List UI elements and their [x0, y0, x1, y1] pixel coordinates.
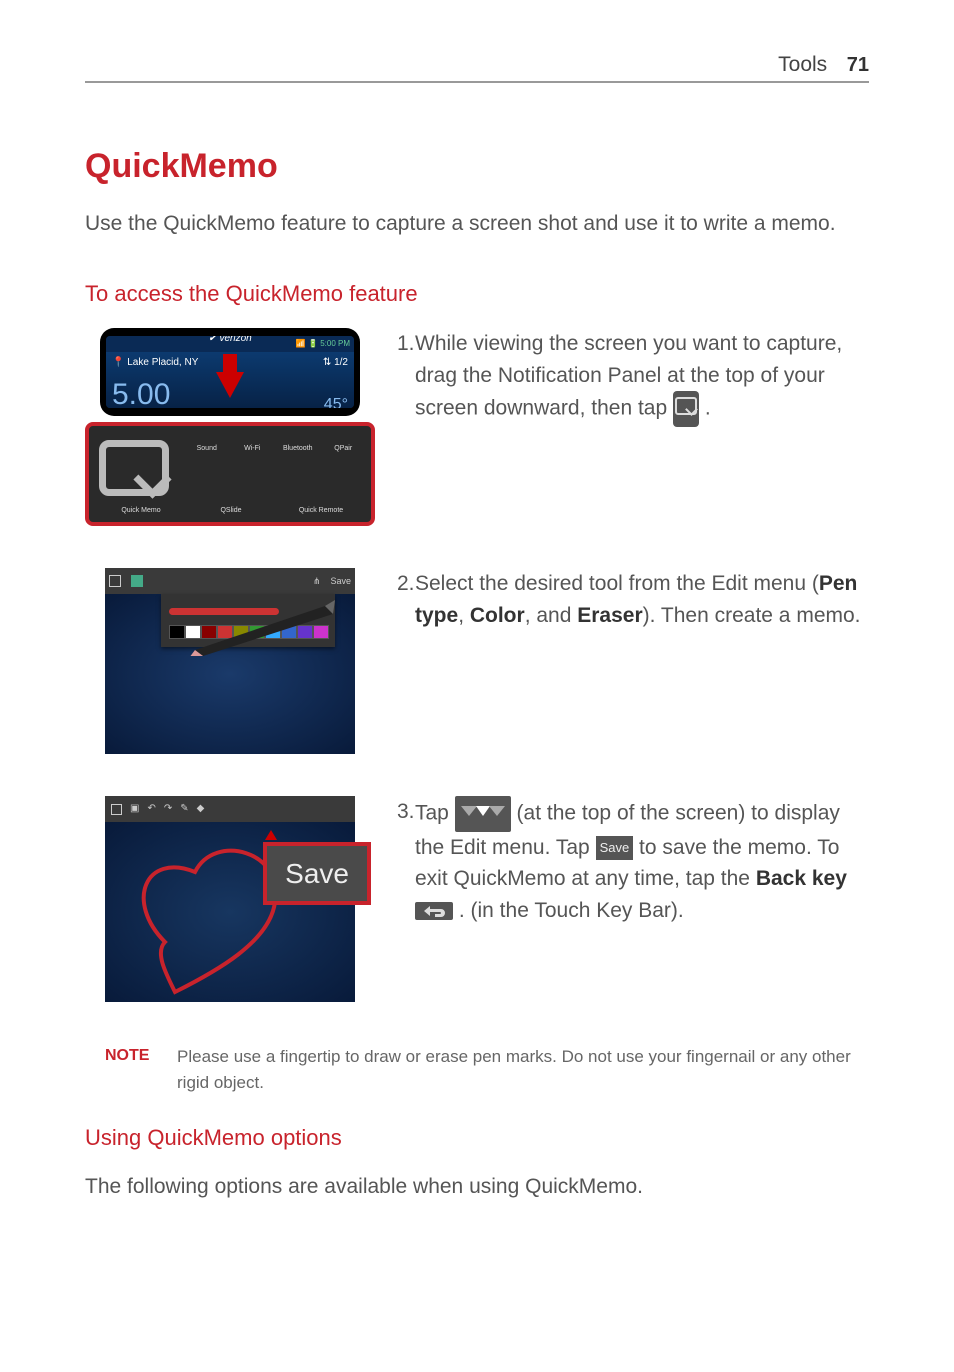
step-2-number: 2. — [397, 568, 415, 600]
memo-screen: ▣ ↶ ↷ ✎ ◆ Save — [105, 796, 355, 1002]
step-1-text: 1. While viewing the screen you want to … — [415, 328, 869, 427]
page-title: QuickMemo — [85, 143, 869, 191]
figure-2: ⋔ Save — [85, 568, 375, 754]
eraser-icon: ◆ — [197, 802, 205, 816]
quickmemo-icon — [99, 440, 169, 496]
page-header: Tools 71 — [85, 50, 869, 83]
page-counter: ⇅ 1/2 — [323, 356, 348, 370]
quick-settings-panel: Sound Wi-Fi Bluetooth QPair Quick Memo Q… — [85, 422, 375, 526]
toggle-qslide-label: QSlide — [187, 506, 275, 516]
layers-icon — [131, 575, 143, 587]
pen-popup — [161, 594, 335, 647]
overlay-icon — [111, 804, 122, 815]
toolbar-save-label: Save — [330, 575, 351, 588]
status-icons: 📶 🔋 — [296, 339, 320, 348]
options-intro: The following options are available when… — [85, 1172, 869, 1202]
carrier-label: ✔ verizon — [208, 336, 251, 346]
figure-3: ▣ ↶ ↷ ✎ ◆ Save — [85, 796, 375, 1002]
step-1: 📶 🔋 5:00 PM ✔ verizon 📍 Lake Placid, NY … — [85, 328, 869, 526]
temperature: 45° — [324, 394, 348, 408]
pen-stylus-icon — [185, 600, 335, 656]
step-1-number: 1. — [397, 328, 415, 360]
save-callout-arrow-icon — [265, 830, 277, 840]
edit-toolbar: ⋔ Save — [105, 568, 355, 594]
quickmemo-inline-icon — [673, 391, 699, 427]
toggle-qpair: QPair — [322, 442, 366, 454]
layers-icon: ▣ — [130, 802, 139, 816]
toggle-sound: Sound — [185, 442, 229, 454]
toggle-bluetooth: Bluetooth — [276, 442, 320, 454]
step-3: ▣ ↶ ↷ ✎ ◆ Save 3. Tap (at the top of the… — [85, 796, 869, 1002]
redo-icon: ↷ — [164, 802, 172, 816]
note-label: NOTE — [85, 1044, 177, 1068]
header-page-number: 71 — [847, 54, 869, 76]
section-access-heading: To access the QuickMemo feature — [85, 279, 869, 310]
memo-canvas: Save — [105, 822, 355, 1002]
figure-1: 📶 🔋 5:00 PM ✔ verizon 📍 Lake Placid, NY … — [85, 328, 375, 526]
intro-text: Use the QuickMemo feature to capture a s… — [85, 209, 869, 239]
phone-frame: 📶 🔋 5:00 PM ✔ verizon 📍 Lake Placid, NY … — [100, 328, 360, 416]
collapsed-toolbar: ▣ ↶ ↷ ✎ ◆ — [105, 796, 355, 822]
step-3-text: 3. Tap (at the top of the screen) to dis… — [415, 796, 869, 926]
note-block: NOTE Please use a fingertip to draw or e… — [85, 1044, 869, 1095]
expand-menu-icon — [455, 796, 511, 832]
share-icon: ⋔ — [313, 575, 321, 588]
header-section: Tools — [778, 53, 827, 76]
toggle-wifi: Wi-Fi — [231, 442, 275, 454]
clock-time: 5.00 — [112, 374, 170, 408]
overlay-icon — [109, 575, 121, 587]
section-options-heading: Using QuickMemo options — [85, 1123, 869, 1154]
save-button-chip: Save — [596, 836, 634, 860]
step-2: ⋔ Save 2. Select the desired tool from t… — [85, 568, 869, 754]
status-time: 5:00 PM — [320, 339, 350, 348]
toggle-quickremote-label: Quick Remote — [277, 506, 365, 516]
drag-arrow-head-icon — [216, 372, 244, 398]
note-text: Please use a fingertip to draw or erase … — [177, 1044, 869, 1095]
step-3-number: 3. — [397, 796, 415, 828]
undo-icon: ↶ — [147, 802, 155, 816]
lockscreen: ✔ verizon 📍 Lake Placid, NY ⇅ 1/2 5.00 4… — [106, 352, 354, 408]
pen-icon: ✎ — [180, 802, 188, 816]
toggle-quickmemo-label: Quick Memo — [97, 506, 185, 516]
step-2-text: 2. Select the desired tool from the Edit… — [415, 568, 869, 631]
back-key-icon — [415, 902, 453, 920]
edit-screen: ⋔ Save — [105, 568, 355, 754]
save-callout: Save — [263, 842, 371, 905]
location-label: 📍 Lake Placid, NY — [112, 356, 198, 370]
